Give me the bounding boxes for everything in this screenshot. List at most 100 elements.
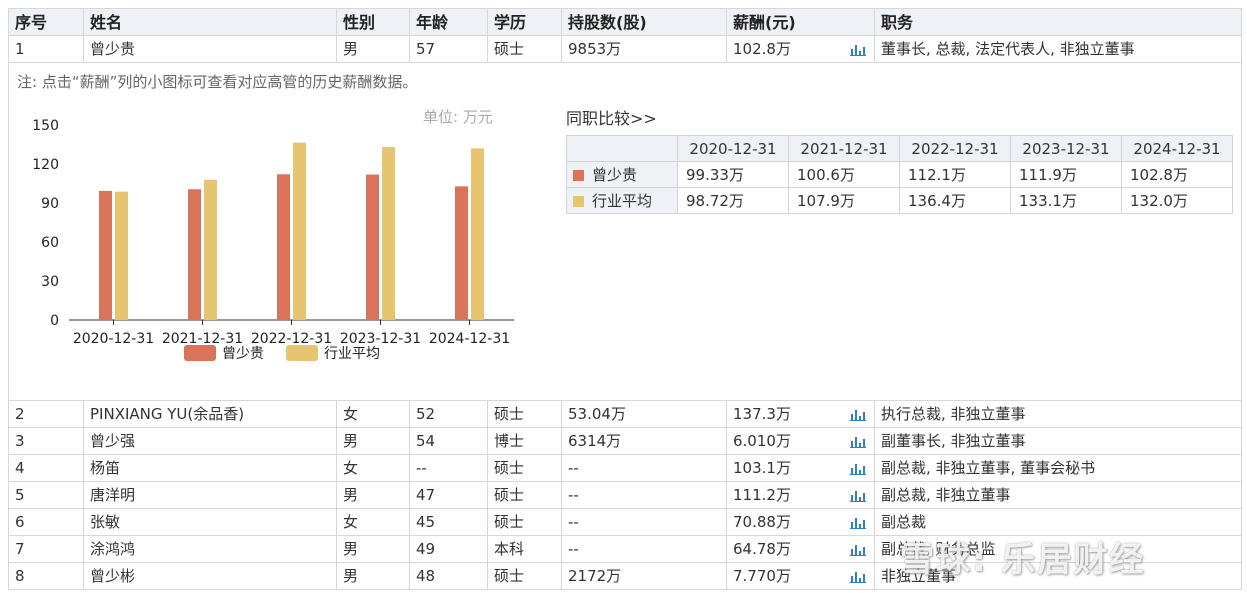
bar-person xyxy=(455,186,468,320)
y-tick-label: 0 xyxy=(50,313,59,329)
cell-shares: -- xyxy=(562,482,727,509)
salary-note: 注: 点击“薪酬”列的小图标可查看对应高管的历史薪酬数据。 xyxy=(17,73,418,91)
bar-industry-average xyxy=(115,191,128,320)
bar-industry-average xyxy=(471,148,484,320)
compare-row-name: 行业平均 xyxy=(566,187,678,214)
cell-name: 曾少彬 xyxy=(84,563,337,590)
bar-industry-average xyxy=(382,146,395,320)
y-tick-label: 90 xyxy=(41,196,59,212)
x-tick-label: 2021-12-31 xyxy=(162,331,243,347)
cell-education: 硕士 xyxy=(488,563,562,590)
compare-year-header: 2023-12-31 xyxy=(1010,135,1122,162)
cell-shares: 9853万 xyxy=(562,36,727,63)
compare-value: 132.0万 xyxy=(1121,187,1233,214)
y-tick-label: 60 xyxy=(41,235,59,251)
column-header-name: 姓名 xyxy=(84,8,337,36)
compare-value: 107.9万 xyxy=(788,187,900,214)
cell-education: 博士 xyxy=(488,428,562,455)
salary-bar-chart: 0 30 60 90 120 150 2020-12-31 2021-12-31 2022-12… xyxy=(32,118,514,362)
cell-age: 47 xyxy=(410,482,488,509)
column-header-education: 学历 xyxy=(488,8,562,36)
cell-name: 涂鸿鸿 xyxy=(84,536,337,563)
cell-shares: -- xyxy=(562,536,727,563)
cell-index: 2 xyxy=(8,401,84,428)
compare-value: 100.6万 xyxy=(788,161,900,188)
cell-gender: 女 xyxy=(337,509,410,536)
compare-value: 133.1万 xyxy=(1010,187,1122,214)
bar-person xyxy=(366,174,379,320)
cell-index: 5 xyxy=(8,482,84,509)
cell-index: 3 xyxy=(8,428,84,455)
compare-row: 曾少贵 99.33万 100.6万 112.1万 111.9万 102.8万 xyxy=(566,161,1233,188)
salary-chart-icon[interactable] xyxy=(850,461,866,475)
cell-shares: -- xyxy=(562,509,727,536)
cell-gender: 男 xyxy=(337,536,410,563)
cell-education: 硕士 xyxy=(488,509,562,536)
cell-index: 4 xyxy=(8,455,84,482)
compare-value: 112.1万 xyxy=(899,161,1011,188)
x-tick-label: 2022-12-31 xyxy=(251,331,332,347)
compare-corner-cell xyxy=(566,135,678,162)
cell-shares: 2172万 xyxy=(562,563,727,590)
cell-gender: 女 xyxy=(337,401,410,428)
cell-position: 副总裁, 非独立董事, 董事会秘书 xyxy=(875,455,1242,482)
salary-chart-icon[interactable] xyxy=(850,488,866,502)
legend-swatch-icon xyxy=(184,345,216,361)
cell-shares: -- xyxy=(562,455,727,482)
legend-swatch-icon xyxy=(286,345,318,361)
salary-chart-icon[interactable] xyxy=(850,515,866,529)
cell-age: -- xyxy=(410,455,488,482)
cell-age: 52 xyxy=(410,401,488,428)
cell-position: 执行总裁, 非独立董事 xyxy=(875,401,1242,428)
column-header-age: 年龄 xyxy=(410,8,488,36)
compare-header-row: 2020-12-31 2021-12-31 2022-12-31 2023-12-31… xyxy=(566,135,1233,162)
compare-value: 111.9万 xyxy=(1010,161,1122,188)
cell-name: 曾少强 xyxy=(84,428,337,455)
cell-gender: 男 xyxy=(337,563,410,590)
cell-name: 唐洋明 xyxy=(84,482,337,509)
compare-link[interactable]: 同职比较>> xyxy=(566,105,657,129)
salary-chart-icon[interactable] xyxy=(850,434,866,448)
salary-chart-icon[interactable] xyxy=(850,569,866,583)
salary-chart-icon[interactable] xyxy=(850,542,866,556)
column-header-index: 序号 xyxy=(8,8,84,36)
column-header-shares: 持股数(股) xyxy=(562,8,727,36)
bar-person xyxy=(99,190,112,320)
cell-education: 硕士 xyxy=(488,455,562,482)
cell-education: 本科 xyxy=(488,536,562,563)
compare-year-header: 2021-12-31 xyxy=(788,135,900,162)
bar-person xyxy=(188,189,201,320)
compare-value: 136.4万 xyxy=(899,187,1011,214)
cell-gender: 男 xyxy=(337,482,410,509)
compare-year-header: 2020-12-31 xyxy=(677,135,789,162)
bar-industry-average xyxy=(293,142,306,320)
cell-gender: 男 xyxy=(337,428,410,455)
cell-name: 张敏 xyxy=(84,509,337,536)
cell-gender: 女 xyxy=(337,455,410,482)
cell-education: 硕士 xyxy=(488,482,562,509)
column-header-salary: 薪酬(元) xyxy=(727,8,875,36)
compare-name-label: 曾少贵 xyxy=(592,166,638,184)
compare-value: 99.33万 xyxy=(677,161,789,188)
legend-swatch xyxy=(573,196,584,207)
y-tick-label: 30 xyxy=(41,274,59,290)
cell-education: 硕士 xyxy=(488,401,562,428)
cell-index: 1 xyxy=(8,36,84,63)
cell-age: 49 xyxy=(410,536,488,563)
cell-name: 杨笛 xyxy=(84,455,337,482)
salary-chart-icon[interactable] xyxy=(850,42,866,56)
compare-row-name: 曾少贵 xyxy=(566,161,678,188)
x-tick-label: 2024-12-31 xyxy=(429,331,510,347)
cell-index: 7 xyxy=(8,536,84,563)
cell-index: 6 xyxy=(8,509,84,536)
cell-shares: 6314万 xyxy=(562,428,727,455)
cell-position: 董事长, 总裁, 法定代表人, 非独立董事 xyxy=(875,36,1242,63)
compare-value: 102.8万 xyxy=(1121,161,1233,188)
bar-industry-average xyxy=(204,179,217,320)
y-tick-label: 120 xyxy=(32,157,59,173)
bar-person xyxy=(277,174,290,320)
column-header-position: 职务 xyxy=(875,8,1242,36)
legend-swatch xyxy=(573,170,584,181)
salary-chart-icon[interactable] xyxy=(850,407,866,421)
cell-age: 48 xyxy=(410,563,488,590)
